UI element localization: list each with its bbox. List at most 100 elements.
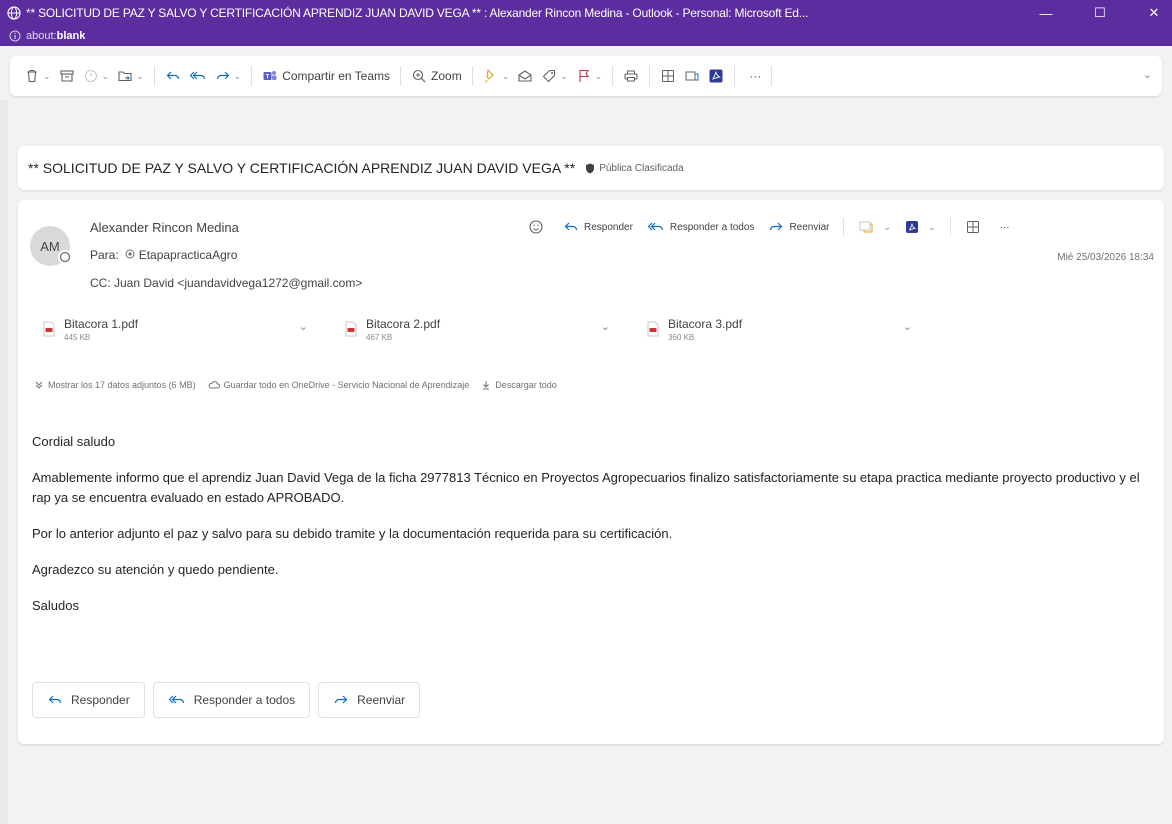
attachment-name: Bitacora 2.pdf xyxy=(366,316,441,331)
reply-button[interactable] xyxy=(161,62,185,90)
message-date: Mié 25/03/2026 18:34 xyxy=(1057,252,1154,263)
forward-button[interactable]: ⌄ xyxy=(211,62,246,90)
reply-all-button[interactable] xyxy=(185,62,211,90)
pdf-file-icon xyxy=(43,321,55,337)
maximize-button[interactable]: ☐ xyxy=(1082,0,1118,26)
browser-titlebar: ** SOLICITUD DE PAZ Y SALVO Y CERTIFICAC… xyxy=(0,0,1172,46)
forward-action-button[interactable]: Reenviar xyxy=(768,220,829,234)
attachment-name: Bitacora 1.pdf xyxy=(64,316,139,331)
url-prefix: about: xyxy=(26,30,57,42)
save-onedrive-label: Guardar todo en OneDrive - Servicio Naci… xyxy=(223,380,470,390)
pdf-action-button[interactable]: ⌄ xyxy=(905,220,936,234)
reply-all-bottom-label: Responder a todos xyxy=(193,693,296,707)
message-toolbar: ⌄ ⌄ ⌄ ⌄ T Compartir en Teams Zoom ⌄ ⌄ ⌄ … xyxy=(10,56,1162,96)
pdf-file-icon xyxy=(345,321,357,337)
globe-icon xyxy=(6,5,22,21)
highlight-button[interactable]: ⌄ xyxy=(479,62,514,90)
sensitivity-label[interactable]: Pública Clasificada xyxy=(585,163,684,174)
show-all-attachments-link[interactable]: Mostrar los 17 datos adjuntos (6 MB) xyxy=(34,380,196,390)
mark-read-button[interactable] xyxy=(513,62,537,90)
chat-icon xyxy=(859,221,873,233)
cloud-icon xyxy=(208,381,220,389)
reply-all-bottom-button[interactable]: Responder a todos xyxy=(152,682,311,718)
close-button[interactable]: ✕ xyxy=(1136,0,1172,26)
body-closing: Saludos xyxy=(32,598,79,613)
move-button[interactable]: ⌄ xyxy=(113,62,148,90)
download-icon xyxy=(483,381,490,390)
download-all-label: Descargar todo xyxy=(495,380,557,390)
window-title: ** SOLICITUD DE PAZ Y SALVO Y CERTIFICAC… xyxy=(26,6,809,20)
chevron-down-icon: ⌄ xyxy=(928,221,936,232)
group-presence-icon xyxy=(125,248,135,262)
attachment-size: 445 KB xyxy=(64,332,91,342)
reply-icon xyxy=(564,222,578,231)
delete-button[interactable]: ⌄ xyxy=(20,62,55,90)
printer-icon xyxy=(624,70,638,82)
to-recipient[interactable]: EtapapracticaAgro xyxy=(139,248,238,262)
download-all-link[interactable]: Descargar todo xyxy=(481,380,557,390)
apps-button[interactable] xyxy=(656,62,680,90)
sender-name[interactable]: Alexander Rincon Medina xyxy=(90,220,239,235)
save-onedrive-link[interactable]: Guardar todo en OneDrive - Servicio Naci… xyxy=(208,380,470,390)
double-chevron-down-icon xyxy=(35,381,43,389)
print-button[interactable] xyxy=(619,62,643,90)
forward-bottom-button[interactable]: Reenviar xyxy=(318,682,421,718)
trash-icon xyxy=(27,69,37,83)
info-icon[interactable] xyxy=(8,29,22,43)
toolbar-divider xyxy=(734,66,736,86)
categorize-button[interactable]: ⌄ xyxy=(537,62,572,90)
flag-button[interactable]: ⌄ xyxy=(572,62,607,90)
chevron-down-icon: ⌄ xyxy=(883,221,892,232)
attachment-card[interactable]: Bitacora 2.pdf 467 KB ⌄ xyxy=(334,306,622,352)
emoji-reaction-button[interactable] xyxy=(528,219,549,235)
flag-icon xyxy=(579,69,589,82)
report-button[interactable]: ⌄ xyxy=(79,62,114,90)
share-teams-button[interactable]: T Compartir en Teams xyxy=(258,62,394,90)
chevron-down-icon[interactable]: ⌄ xyxy=(903,320,912,333)
reply-bottom-button[interactable]: Responder xyxy=(32,682,145,718)
body-paragraph: Amablemente informo que el aprendiz Juan… xyxy=(32,470,1140,505)
more-actions-button[interactable]: ··· xyxy=(1000,222,1010,233)
address-bar[interactable]: about:blank xyxy=(26,30,85,42)
chevron-down-icon[interactable]: ⌄ xyxy=(299,320,308,333)
toolbar-divider xyxy=(153,66,155,86)
apps-action-button[interactable] xyxy=(965,219,986,235)
reply-all-icon xyxy=(647,222,664,231)
shield-alert-icon xyxy=(84,69,97,83)
zoom-button[interactable]: Zoom xyxy=(407,62,466,90)
toolbar-divider xyxy=(649,66,651,86)
reply-action-button[interactable]: Responder xyxy=(563,220,633,234)
attachment-info: Bitacora 1.pdf 445 KB xyxy=(64,317,138,342)
minimize-button[interactable]: — xyxy=(1028,0,1064,26)
forward-bottom-label: Reenviar xyxy=(357,693,406,707)
chevron-down-icon: ⌄ xyxy=(101,70,110,81)
forward-action-label: Reenviar xyxy=(789,221,830,233)
attachment-card[interactable]: Bitacora 3.pdf 360 KB ⌄ xyxy=(636,306,924,352)
actions-divider xyxy=(949,218,951,236)
immersive-reader-button[interactable] xyxy=(680,62,704,90)
sensitivity-text: Pública Clasificada xyxy=(599,162,684,174)
avatar[interactable]: AM xyxy=(30,226,72,266)
pdf-button[interactable] xyxy=(704,62,728,90)
archive-button[interactable] xyxy=(55,62,79,90)
more-options-button[interactable]: ··· xyxy=(741,62,765,90)
reply-icon xyxy=(166,71,179,80)
reply-all-action-button[interactable]: Responder a todos xyxy=(647,220,754,234)
chevron-down-icon[interactable]: ⌄ xyxy=(601,320,610,333)
forward-icon xyxy=(335,695,348,704)
attachment-card[interactable]: Bitacora 1.pdf 445 KB ⌄ xyxy=(32,306,320,352)
teams-share-action-button[interactable]: ⌄ xyxy=(858,220,891,234)
cc-line[interactable]: CC: Juan David <juandavidvega1272@gmail.… xyxy=(90,276,362,290)
message-actions: Responder Responder a todos Reenviar ⌄ ⌄… xyxy=(528,216,1024,238)
chevron-down-icon: ⌄ xyxy=(136,70,144,81)
acrobat-icon xyxy=(906,221,919,233)
reader-icon xyxy=(685,71,699,81)
message-card: AM Alexander Rincon Medina Para: Etapapr… xyxy=(18,200,1164,744)
zoom-label: Zoom xyxy=(431,69,462,83)
toolbar-divider xyxy=(400,66,402,86)
more-icon: ··· xyxy=(749,69,762,83)
chevron-down-icon: ⌄ xyxy=(501,70,510,81)
collapse-toolbar-icon[interactable]: ⌄ xyxy=(1143,68,1152,81)
more-icon: ··· xyxy=(999,221,1010,233)
share-teams-label: Compartir en Teams xyxy=(282,69,391,83)
